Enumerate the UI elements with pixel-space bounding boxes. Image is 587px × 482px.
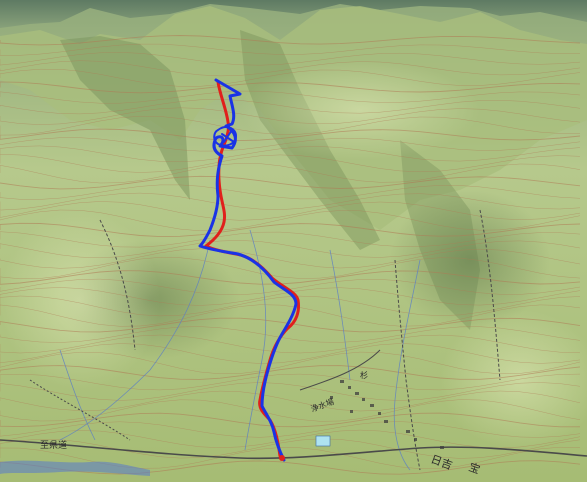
pond [315, 435, 331, 447]
terrain-map[interactable]: 至県道 浄水場 杉 日吉 宝 [0, 0, 587, 482]
light-patch [0, 210, 160, 390]
place-label: 至県道 [40, 439, 67, 451]
shade-patch [390, 190, 550, 330]
place-label: 杉 [360, 370, 368, 380]
track-endpoint [279, 455, 285, 461]
